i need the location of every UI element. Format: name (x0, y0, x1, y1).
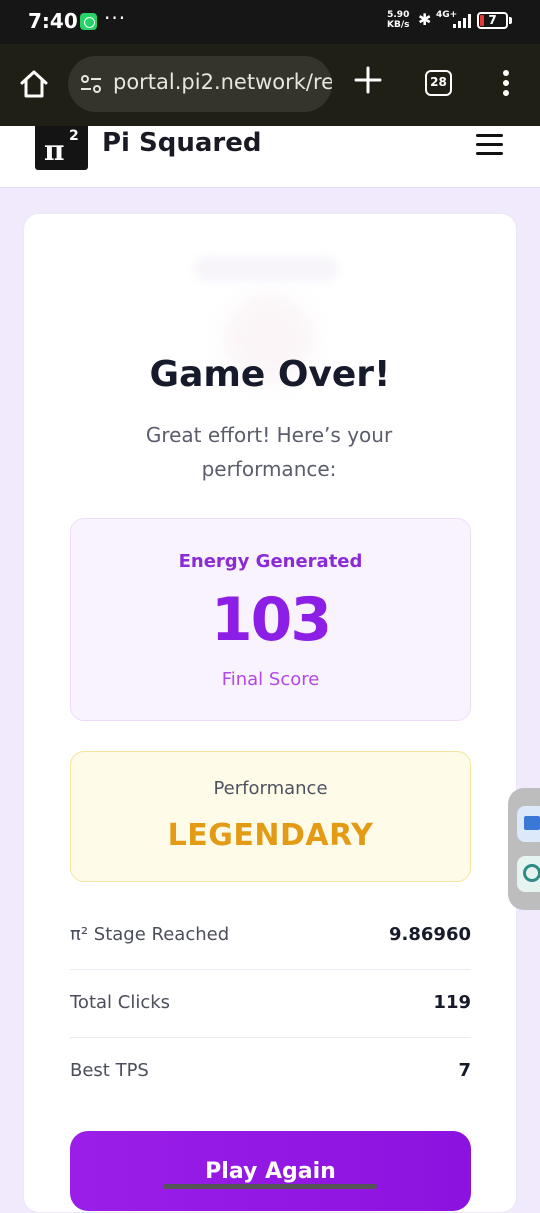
browser-menu-icon[interactable] (500, 70, 512, 100)
battery-icon: 7 (477, 12, 508, 29)
logo-symbol: π (44, 134, 65, 167)
page-subtitle: Great effort! Here’s your performance: (145, 423, 393, 481)
play-again-button[interactable]: Play Again (70, 1131, 471, 1211)
stat-name: π² Stage Reached (70, 924, 230, 945)
score-caption: Final Score (221, 669, 320, 690)
browser-toolbar: portal.pi2.network/re 28 (0, 44, 540, 126)
url-text[interactable]: portal.pi2.network/re (113, 70, 332, 94)
stat-row-stage: π² Stage Reached 9.86960 (70, 902, 471, 970)
reader-app-icon[interactable] (517, 806, 540, 842)
network-speed-unit: KB/s (387, 20, 410, 30)
home-icon[interactable] (18, 68, 50, 100)
status-bar: 7:40 ··· 5.90 KB/s ✱ 4G+ 7 (0, 0, 540, 44)
stat-value: 119 (433, 992, 471, 1013)
score-value: 103 (210, 585, 332, 655)
stat-name: Best TPS (70, 1060, 149, 1081)
network-speed-value: 5.90 (387, 10, 410, 20)
stat-row-tps: Best TPS 7 (70, 1038, 471, 1106)
game-over-card: Game Over! Great effort! Here’s your per… (23, 213, 517, 1213)
gesture-navigation-bar[interactable] (163, 1184, 377, 1189)
performance-label: Performance (213, 778, 328, 799)
more-notifications-icon: ··· (104, 6, 127, 30)
stat-name: Total Clicks (70, 992, 171, 1013)
tab-switcher-button[interactable]: 28 (425, 70, 452, 96)
address-bar[interactable]: portal.pi2.network/re (68, 56, 332, 112)
performance-rating: LEGENDARY (167, 818, 374, 853)
site-settings-icon[interactable] (80, 74, 102, 94)
status-time: 7:40 (28, 9, 78, 33)
score-panel: Energy Generated 103 Final Score (70, 518, 471, 721)
floating-side-panel[interactable] (508, 788, 540, 910)
page-title: Game Over! (149, 354, 391, 395)
whatsapp-icon (80, 13, 97, 30)
menu-icon[interactable] (476, 134, 503, 156)
stat-value: 9.86960 (389, 924, 471, 945)
pi-squared-logo[interactable]: π 2 (35, 126, 88, 170)
performance-panel: Performance LEGENDARY (70, 751, 471, 882)
bluetooth-icon: ✱ (418, 10, 432, 29)
brand-name[interactable]: Pi Squared (102, 128, 261, 158)
logo-superscript: 2 (69, 128, 79, 144)
battery-level: 7 (488, 13, 497, 27)
new-tab-icon[interactable] (354, 66, 382, 94)
site-header: π 2 Pi Squared (0, 126, 540, 188)
network-speed: 5.90 KB/s (387, 10, 409, 30)
score-label: Energy Generated (178, 551, 363, 572)
signal-icon (453, 14, 471, 28)
stat-value: 7 (458, 1060, 471, 1081)
stat-row-clicks: Total Clicks 119 (70, 970, 471, 1038)
assistant-app-icon[interactable] (517, 856, 540, 892)
